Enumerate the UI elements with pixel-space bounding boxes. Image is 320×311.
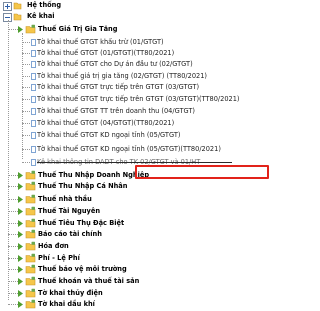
tree-node-label: Tờ khai thủy điện bbox=[38, 289, 103, 297]
expand-icon[interactable] bbox=[17, 300, 24, 311]
tree-node-label: Tờ khai thuế GTGT KD ngoại tỉnh (05/GTGT… bbox=[37, 145, 221, 153]
tree-node-label: Thuế bảo vệ môi trường bbox=[38, 265, 127, 273]
expand-icon[interactable] bbox=[17, 265, 24, 276]
folder-icon bbox=[25, 241, 36, 253]
collapse-icon[interactable] bbox=[17, 25, 24, 36]
folder-icon bbox=[25, 264, 36, 276]
tree-node-label: Thuế Giá Trị Gia Tăng bbox=[38, 25, 118, 33]
expand-icon[interactable] bbox=[17, 277, 24, 288]
document-icon bbox=[31, 96, 36, 105]
document-icon bbox=[31, 108, 36, 117]
tree-node-label: Tờ khai thuế GTGT TT trên doanh thu (04/… bbox=[37, 107, 195, 115]
tree-node-label: Tờ khai thuế giá trị gia tăng (02/GTGT) … bbox=[37, 72, 207, 80]
document-icon bbox=[31, 132, 36, 141]
expand-plus-icon[interactable] bbox=[3, 2, 12, 13]
tree-connector bbox=[22, 76, 30, 77]
tree-connector bbox=[22, 162, 30, 163]
tree-connector bbox=[22, 111, 30, 112]
tree-node-label: Báo cáo tài chính bbox=[38, 230, 102, 238]
expand-icon[interactable] bbox=[17, 289, 24, 300]
declaration-tree: Hệ thống Kê khai Thuế Giá Trị Gia Tăng Tờ… bbox=[0, 0, 287, 309]
document-icon bbox=[31, 146, 36, 155]
document-icon bbox=[31, 159, 36, 168]
tree-node-label: Tờ khai thuế GTGT trực tiếp trên GTGT (0… bbox=[37, 95, 240, 103]
expand-icon[interactable] bbox=[17, 230, 24, 241]
tree-node-label: Thuế Thu Nhập Doanh Nghiệp bbox=[38, 171, 150, 179]
expand-icon[interactable] bbox=[17, 195, 24, 206]
folder-open-icon bbox=[13, 12, 22, 23]
document-icon bbox=[31, 61, 36, 70]
expand-icon[interactable] bbox=[17, 182, 24, 193]
tree-guide-line bbox=[22, 33, 23, 159]
tree-node-label: Tờ khai thuế GTGT cho Dự án đầu tư (02/G… bbox=[37, 60, 193, 68]
document-icon bbox=[31, 120, 36, 129]
folder-icon bbox=[13, 1, 22, 12]
tree-node-label: Hệ thống bbox=[27, 1, 62, 9]
tree-node-label: Kê khai bbox=[27, 12, 55, 20]
tree-node-label: Thuế khoán và thuế tài sản bbox=[38, 277, 140, 285]
tree-node-label: Phí - Lệ Phí bbox=[38, 254, 80, 262]
document-icon bbox=[31, 39, 36, 48]
folder-icon bbox=[25, 24, 36, 36]
folder-icon bbox=[25, 206, 36, 218]
expand-icon[interactable] bbox=[17, 171, 24, 182]
tree-connector bbox=[22, 42, 30, 43]
tree-node-label: Tờ khai thuế GTGT khấu trừ (01/GTGT) bbox=[37, 38, 164, 46]
tree-connector bbox=[22, 123, 30, 124]
expand-icon[interactable] bbox=[17, 242, 24, 253]
tree-connector bbox=[22, 87, 30, 88]
tree-node-label: Tờ khai thuế GTGT (01/GTGT)(TT80/2021) bbox=[37, 49, 175, 57]
tree-node-label: Thuế Tài Nguyên bbox=[38, 207, 101, 215]
document-icon bbox=[31, 73, 36, 82]
tree-connector bbox=[22, 64, 30, 65]
tree-node-label: Thuế Tiêu Thụ Đặc Biệt bbox=[38, 219, 125, 227]
tree-node-label: Tờ khai thuế GTGT KD ngoại tỉnh (05/GTGT… bbox=[37, 131, 181, 139]
tree-node-label: Tờ khai thuế GTGT trực tiếp trên GTGT (0… bbox=[37, 83, 200, 91]
tree-connector bbox=[22, 53, 30, 54]
folder-icon bbox=[25, 276, 36, 288]
tree-node-label: Thuế Thu Nhập Cá Nhân bbox=[38, 182, 128, 190]
tree-node-label: Tờ khai dầu khí bbox=[38, 300, 95, 308]
document-icon bbox=[31, 84, 36, 93]
tree-node-label: Thuế nhà thầu bbox=[38, 195, 92, 203]
folder-icon bbox=[25, 229, 36, 241]
tree-node-label: Tờ khai thuế GTGT (04/GTGT)(TT80/2021) bbox=[37, 119, 175, 127]
tree-connector bbox=[22, 135, 30, 136]
expand-icon[interactable] bbox=[17, 219, 24, 230]
folder-icon bbox=[25, 194, 36, 206]
folder-icon bbox=[25, 299, 36, 311]
tree-node-label: Hóa đơn bbox=[38, 242, 69, 250]
document-icon bbox=[31, 50, 36, 59]
folder-icon bbox=[25, 181, 36, 193]
tree-connector bbox=[22, 149, 30, 150]
tree-connector bbox=[22, 99, 30, 100]
expand-icon[interactable] bbox=[17, 254, 24, 265]
strikethrough-line bbox=[37, 162, 232, 163]
highlight-box bbox=[135, 165, 269, 179]
expand-icon[interactable] bbox=[17, 207, 24, 218]
